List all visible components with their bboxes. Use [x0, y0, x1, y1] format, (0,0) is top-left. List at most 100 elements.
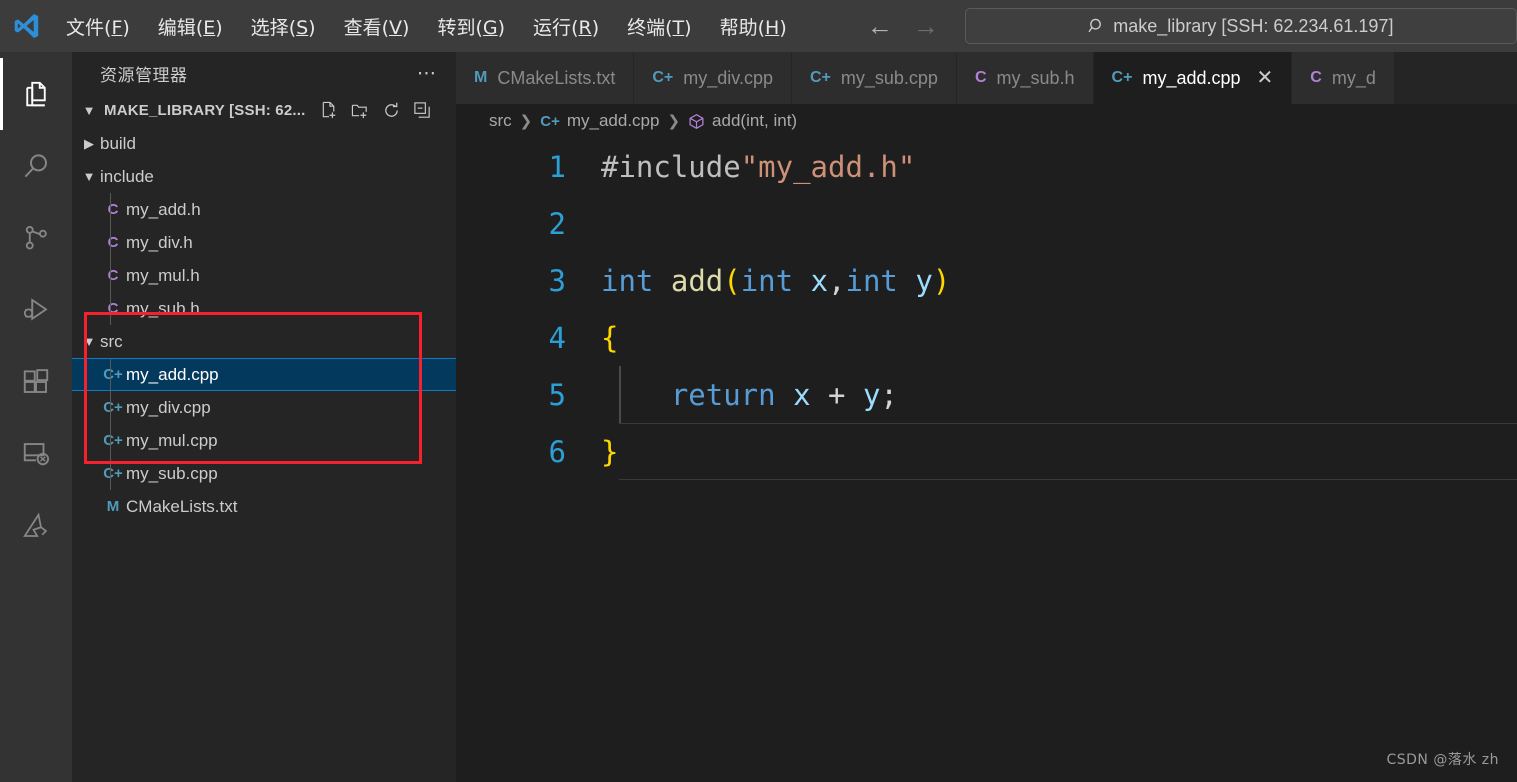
tree-item-label: my_sub.cpp — [126, 463, 218, 483]
breadcrumb-item-my-add-cpp[interactable]: C+ my_add.cpp — [540, 111, 659, 131]
tab-cmakelists-txt[interactable]: M CMakeLists.txt — [456, 52, 635, 104]
tree-item-my-sub-h[interactable]: C my_sub.h — [72, 292, 456, 325]
c-header-file-icon: C — [107, 201, 119, 218]
tree-item-label: my_add.cpp — [126, 364, 219, 384]
tab-my-add-cpp[interactable]: C+ my_add.cpp ✕ — [1093, 52, 1293, 104]
editor-group: M CMakeLists.txt C+ my_div.cpp C+ my_sub… — [456, 52, 1517, 782]
activity-item-platformio[interactable] — [0, 490, 72, 562]
menu-bar[interactable]: 文件(F) 编辑(E) 选择(S) 查看(V) 转到(G) 运行(R) 终端(T… — [52, 9, 801, 44]
run-debug-icon — [23, 298, 48, 321]
code-token: "my_add.h" — [740, 149, 916, 184]
chevron-down-icon: ▼ — [82, 103, 96, 118]
tree-item-label: my_div.h — [126, 232, 193, 252]
code-token: + — [810, 377, 863, 412]
cmake-file-icon: M — [106, 498, 120, 515]
activity-item-search[interactable] — [0, 130, 72, 202]
c-header-file-icon: C — [974, 69, 987, 86]
indent-guide — [110, 359, 111, 390]
close-icon[interactable]: ✕ — [1257, 68, 1274, 88]
arrow-left-icon[interactable]: ← — [867, 13, 893, 39]
explorer-root-folder[interactable]: ▼ MAKE_LIBRARY [SSH: 62... — [72, 94, 456, 127]
tree-item-label: my_mul.cpp — [126, 430, 218, 450]
activity-item-run-and-debug[interactable] — [0, 274, 72, 346]
c-header-file-icon: C — [1310, 69, 1322, 86]
tab-label: my_add.cpp — [1142, 67, 1241, 88]
explorer-header: 资源管理器 ⋯ — [72, 52, 456, 94]
tree-item-label: include — [100, 166, 154, 186]
tree-item-my-mul-h[interactable]: C my_mul.h — [72, 259, 456, 292]
breadcrumb-item-src[interactable]: src — [489, 111, 512, 131]
search-icon — [1088, 18, 1102, 33]
activity-item-explorer[interactable] — [0, 58, 72, 130]
breadcrumb-item-symbol[interactable]: add(int, int) — [688, 111, 797, 131]
tab-my-div-h[interactable]: C my_d — [1292, 52, 1395, 104]
activity-item-source-control[interactable] — [0, 202, 72, 274]
search-input[interactable]: make_library [SSH: 62.234.61.197] — [964, 8, 1517, 44]
new-file-icon[interactable] — [320, 101, 339, 120]
indent-guide — [110, 193, 111, 226]
cmake-file-icon: M — [474, 69, 488, 86]
code-token: { — [601, 320, 619, 355]
tree-item-src[interactable]: ▼ src — [72, 325, 456, 358]
tab-my-div-cpp[interactable]: C+ my_div.cpp — [634, 52, 792, 104]
tree-item-include[interactable]: ▼ include — [72, 160, 456, 193]
code-token: , — [828, 263, 846, 298]
workbench: 资源管理器 ⋯ ▼ MAKE_LIBRARY [SSH: 62... ▶ bui… — [0, 52, 1517, 782]
breadcrumb-label: add(int, int) — [712, 111, 798, 130]
code-token: return — [670, 377, 776, 412]
cpp-source-file-icon: C+ — [103, 399, 123, 416]
code-line: 5 return x + y; — [456, 366, 1517, 423]
code-line-text: #include"my_add.h" — [584, 150, 915, 184]
tree-item-my-add-cpp[interactable]: C+ my_add.cpp — [72, 358, 456, 391]
cpp-source-file-icon: C+ — [103, 432, 123, 449]
tab-my-sub-cpp[interactable]: C+ my_sub.cpp — [791, 52, 957, 104]
code-token: int — [845, 263, 898, 298]
activity-item-extensions[interactable] — [0, 346, 72, 418]
tree-item-my-div-cpp[interactable]: C+ my_div.cpp — [72, 391, 456, 424]
tree-item-my-add-h[interactable]: C my_add.h — [72, 193, 456, 226]
refresh-icon[interactable] — [382, 101, 401, 120]
tab-label: my_sub.h — [996, 67, 1075, 88]
tree-item-my-div-h[interactable]: C my_div.h — [72, 226, 456, 259]
ellipsis-icon[interactable]: ⋯ — [417, 62, 438, 85]
explorer-root-actions — [320, 101, 432, 120]
symbol-method-icon — [689, 113, 704, 129]
line-number: 2 — [548, 206, 566, 241]
code-token: } — [601, 434, 619, 469]
watermark: CSDN @落水 zh — [1386, 752, 1499, 768]
menu-help[interactable]: 帮助(H) — [706, 9, 801, 44]
menu-run[interactable]: 运行(R) — [519, 9, 613, 44]
code-line-current: 6 } — [456, 423, 1517, 480]
tree-item-label: build — [100, 133, 136, 153]
menu-view[interactable]: 查看(V) — [330, 9, 424, 44]
tree-item-cmakelists[interactable]: M CMakeLists.txt — [72, 490, 456, 523]
tab-label: my_div.cpp — [683, 67, 773, 88]
menu-selection[interactable]: 选择(S) — [237, 9, 330, 44]
tab-my-sub-h[interactable]: C my_sub.h — [956, 52, 1094, 104]
vscode-window: 文件(F) 编辑(E) 选择(S) 查看(V) 转到(G) 运行(R) 终端(T… — [0, 0, 1517, 782]
editor-tab-bar: M CMakeLists.txt C+ my_div.cpp C+ my_sub… — [456, 52, 1517, 104]
line-number: 3 — [548, 263, 566, 298]
collapse-all-icon[interactable] — [413, 101, 432, 120]
indent-guide — [110, 259, 111, 292]
code-editor[interactable]: 1 #include"my_add.h" 2 3 int add(int x,i… — [456, 138, 1517, 782]
menu-go[interactable]: 转到(G) — [423, 9, 519, 44]
code-line: 3 int add(int x,int y) — [456, 252, 1517, 309]
activity-item-remote-explorer[interactable] — [0, 418, 72, 490]
code-line: 1 #include"my_add.h" — [456, 138, 1517, 195]
menu-terminal[interactable]: 终端(T) — [613, 9, 705, 44]
tree-item-my-sub-cpp[interactable]: C+ my_sub.cpp — [72, 457, 456, 490]
search-icon — [24, 154, 47, 178]
tree-item-build[interactable]: ▶ build — [72, 127, 456, 160]
menu-edit[interactable]: 编辑(E) — [144, 9, 237, 44]
chevron-down-icon: ▼ — [82, 334, 96, 349]
tree-item-my-mul-cpp[interactable]: C+ my_mul.cpp — [72, 424, 456, 457]
menu-file[interactable]: 文件(F) — [52, 9, 144, 44]
arrow-right-icon[interactable]: → — [913, 13, 939, 39]
file-tree: ▶ build ▼ include C my_add.h C my_div.h — [72, 127, 456, 782]
indent-guide — [110, 391, 111, 424]
new-folder-icon[interactable] — [351, 101, 370, 120]
chevron-right-icon: ❯ — [667, 113, 681, 130]
code-line-text: { — [584, 321, 618, 355]
